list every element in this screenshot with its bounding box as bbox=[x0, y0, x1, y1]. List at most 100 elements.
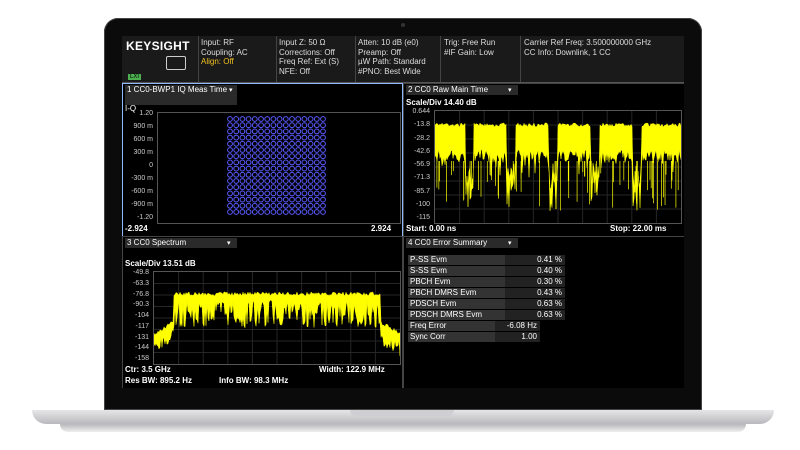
window-title-iq[interactable]: 1 CC0-BWP1 IQ Meas Time bbox=[125, 85, 237, 105]
window-iq-meas[interactable]: 1 CC0-BWP1 IQ Meas Time ▾ I-Q 1.20 900 m6… bbox=[122, 83, 403, 237]
y-tick-label: 900 m bbox=[133, 123, 153, 130]
metric-value: 0.63 % bbox=[505, 299, 565, 309]
constellation-point bbox=[258, 202, 264, 209]
screen-icon[interactable] bbox=[166, 56, 186, 70]
window-title-raw-time[interactable]: 2 CC0 Raw Main Time bbox=[406, 85, 518, 95]
constellation-point bbox=[295, 153, 302, 160]
constellation-point bbox=[239, 196, 246, 203]
constellation-point bbox=[282, 128, 289, 135]
window-error-summary[interactable]: 4 CC0 Error Summary ▾ P-SS Evm 0.41 % S-SS… bbox=[403, 236, 684, 388]
constellation-point bbox=[282, 134, 289, 141]
constellation-point bbox=[307, 128, 314, 135]
constellation-point bbox=[282, 171, 289, 178]
constellation-point bbox=[320, 159, 326, 166]
constellation-point bbox=[251, 178, 258, 184]
constellation-point bbox=[245, 171, 252, 178]
y-tick-label: -117 bbox=[135, 322, 150, 330]
constellation-point bbox=[239, 159, 246, 166]
constellation-point bbox=[276, 184, 283, 191]
constellation-point bbox=[289, 134, 295, 141]
window-title-error-summary[interactable]: 4 CC0 Error Summary bbox=[406, 238, 518, 248]
constellation-point bbox=[258, 209, 264, 215]
constellation-point bbox=[264, 147, 271, 153]
constellation-point bbox=[289, 122, 295, 129]
align-label: Align: Off bbox=[201, 57, 234, 66]
constellation-point bbox=[307, 134, 314, 141]
constellation-point bbox=[270, 196, 277, 203]
preamp-label: Preamp: Off bbox=[358, 47, 401, 57]
constellation-point bbox=[258, 171, 264, 178]
constellation-point bbox=[264, 196, 271, 203]
constellation-point bbox=[245, 184, 252, 191]
constellation-point bbox=[295, 171, 302, 178]
constellation-point bbox=[289, 190, 295, 197]
constellation-point bbox=[239, 184, 246, 191]
window-raw-main-time[interactable]: 2 CC0 Raw Main Time ▾ Scale/Div 14.40 dB… bbox=[403, 83, 684, 237]
status-input-col: Input: RF Coupling: AC Align: Off bbox=[201, 38, 248, 67]
constellation-point bbox=[251, 184, 258, 191]
constellation-point bbox=[307, 116, 314, 122]
constellation-point bbox=[295, 178, 302, 184]
constellation-point bbox=[245, 122, 252, 129]
constellation-point bbox=[258, 196, 264, 203]
metric-value: -6.08 Hz bbox=[495, 321, 540, 331]
constellation-point bbox=[258, 159, 264, 166]
constellation-point bbox=[233, 140, 240, 147]
constellation-point bbox=[227, 140, 233, 147]
constellation-point bbox=[264, 128, 271, 135]
constellation-point bbox=[251, 153, 258, 160]
constellation-point bbox=[264, 134, 271, 141]
constellation-point bbox=[227, 196, 233, 203]
constellation-point bbox=[301, 122, 308, 129]
constellation-point bbox=[264, 165, 271, 172]
constellation-point bbox=[289, 116, 295, 122]
constellation-point bbox=[227, 165, 233, 172]
chevron-down-icon[interactable]: ▾ bbox=[229, 86, 233, 94]
window-spectrum[interactable]: 3 CC0 Spectrum ▾ Scale/Div 13.51 dB -49.… bbox=[122, 236, 403, 388]
constellation-point bbox=[239, 178, 246, 184]
constellation-point bbox=[276, 153, 283, 160]
constellation-point bbox=[295, 159, 302, 166]
constellation-point bbox=[313, 202, 320, 209]
start-time-label: Start: 0.00 ns bbox=[406, 224, 457, 233]
constellation-point bbox=[264, 153, 271, 160]
y-tick-label: -76.8 bbox=[133, 290, 149, 298]
chevron-down-icon[interactable]: ▾ bbox=[508, 239, 512, 247]
constellation-point bbox=[227, 178, 233, 184]
iq-constellation-plot[interactable] bbox=[157, 112, 401, 224]
spectrum-plot[interactable] bbox=[153, 271, 401, 365]
constellation-point bbox=[313, 122, 320, 129]
constellation-point bbox=[245, 190, 252, 197]
constellation-point bbox=[264, 171, 271, 178]
chevron-down-icon[interactable]: ▾ bbox=[227, 239, 231, 247]
divider bbox=[520, 36, 521, 82]
constellation-point bbox=[295, 122, 302, 129]
constellation-point bbox=[289, 202, 295, 209]
constellation-point bbox=[233, 147, 240, 153]
y-tick-label: -131 bbox=[134, 333, 149, 341]
constellation-point bbox=[239, 202, 246, 209]
constellation-point bbox=[276, 171, 283, 178]
constellation-point bbox=[320, 147, 326, 153]
chevron-down-icon[interactable]: ▾ bbox=[508, 86, 512, 94]
constellation-point bbox=[270, 171, 277, 178]
constellation-point bbox=[295, 147, 302, 153]
constellation-point bbox=[313, 147, 320, 153]
constellation-point bbox=[251, 165, 258, 172]
constellation-point bbox=[251, 196, 258, 203]
constellation-point bbox=[239, 140, 246, 147]
if-gain-label: #IF Gain: Low bbox=[444, 47, 494, 57]
constellation-point bbox=[307, 190, 314, 197]
constellation-point bbox=[282, 122, 289, 129]
constellation-point bbox=[233, 122, 240, 129]
constellation-point bbox=[313, 171, 320, 178]
constellation-point bbox=[320, 165, 326, 172]
iq-x-max: 2.924 bbox=[371, 224, 392, 233]
constellation-point bbox=[313, 128, 320, 135]
constellation-point bbox=[258, 178, 264, 184]
constellation-point bbox=[301, 196, 308, 203]
raw-time-plot[interactable] bbox=[434, 110, 682, 224]
stop-time-label: Stop: 22.00 ms bbox=[610, 224, 667, 233]
window-title-spectrum[interactable]: 3 CC0 Spectrum bbox=[125, 238, 237, 248]
constellation-point bbox=[227, 184, 233, 191]
